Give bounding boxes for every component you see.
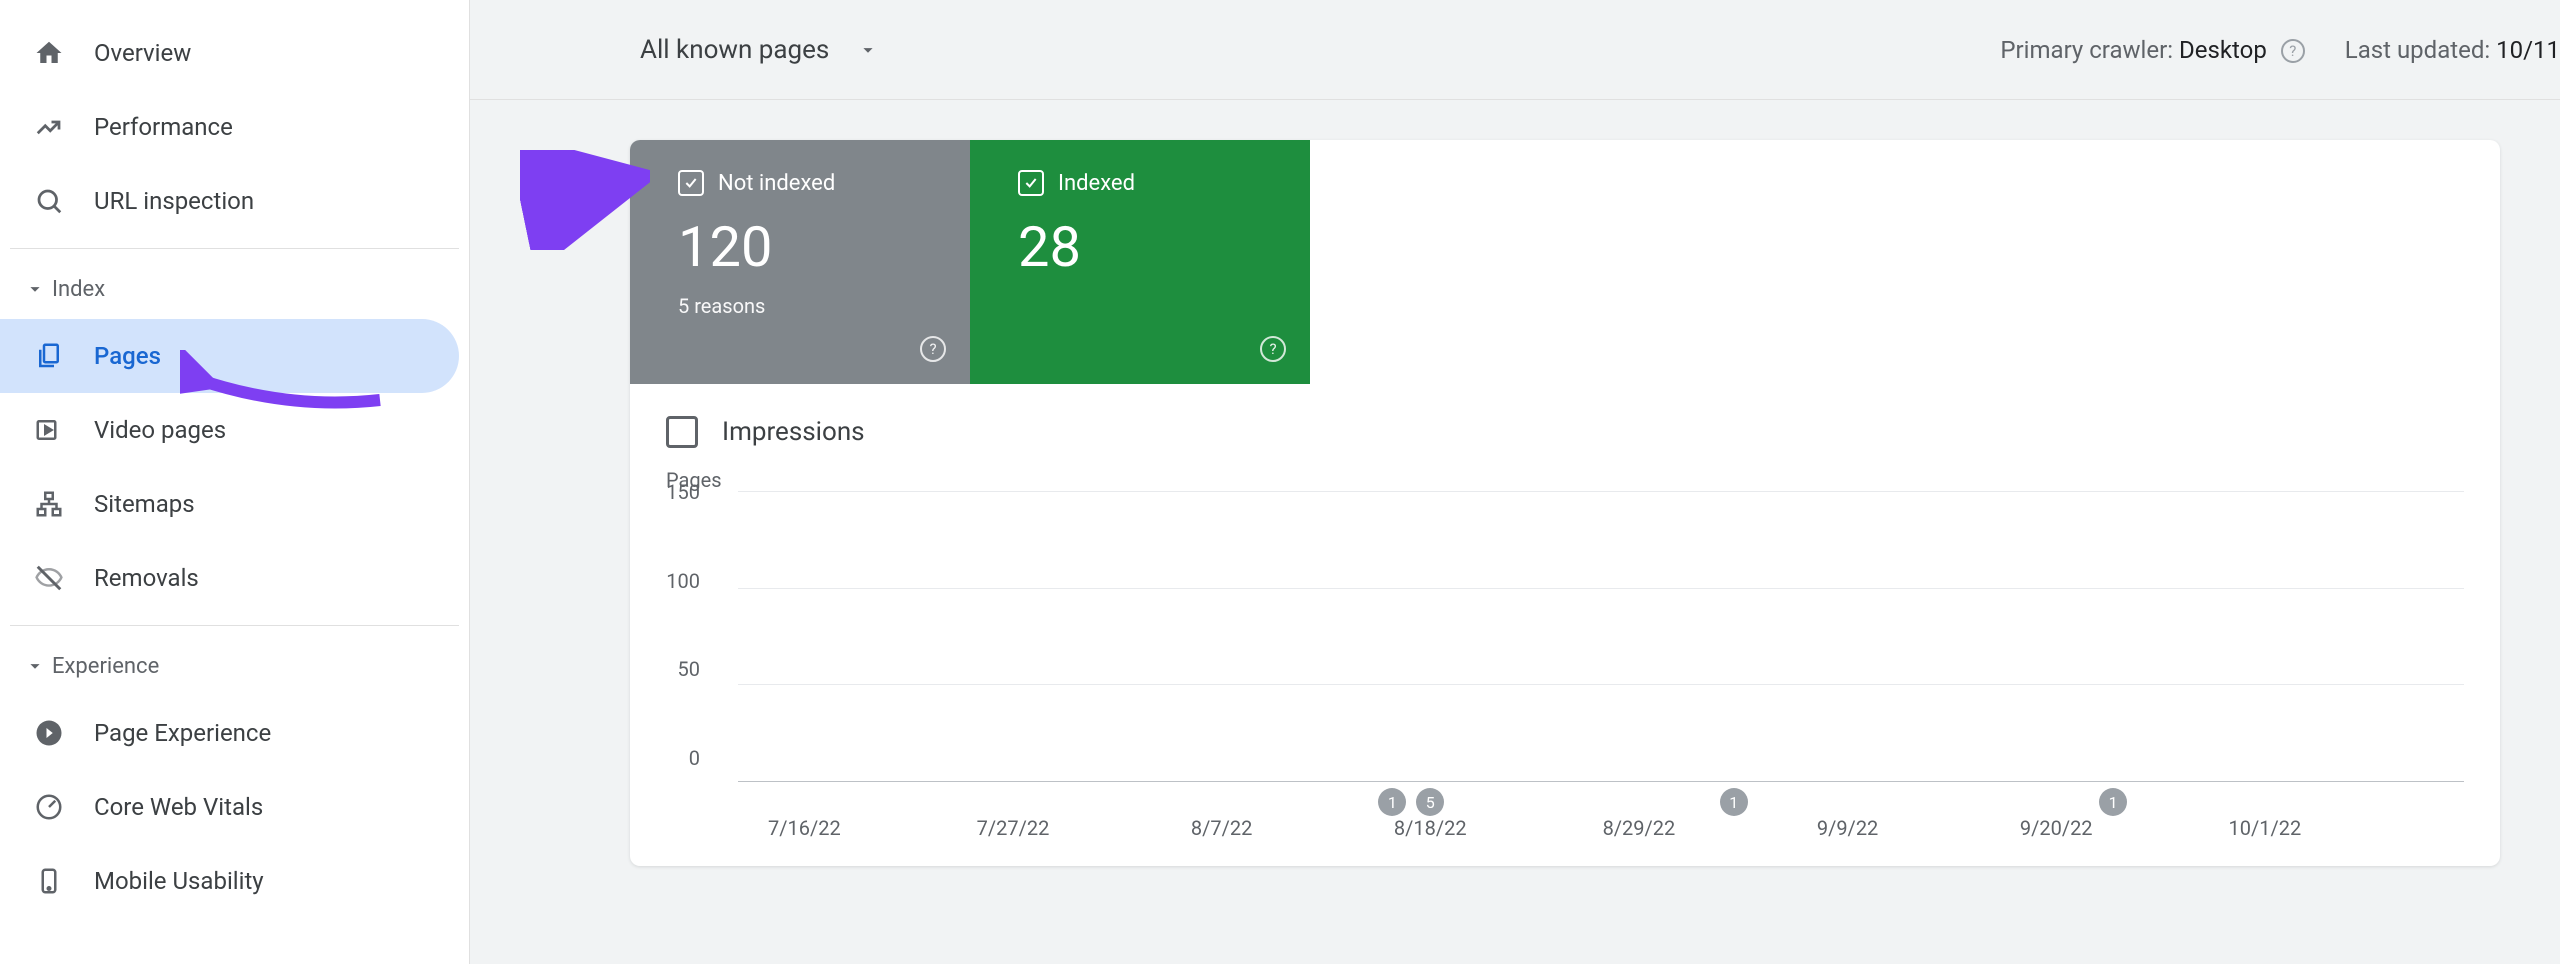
indexing-card: Not indexed 120 5 reasons ? Indexed <box>630 140 2500 866</box>
sidebar-item-removals[interactable]: Removals <box>0 541 469 615</box>
sidebar-item-label: Pages <box>94 342 161 370</box>
home-icon <box>34 38 94 68</box>
x-axis-labels: 7/16/227/27/228/7/228/18/228/29/229/9/22… <box>738 816 2464 846</box>
main-content: All known pages Primary crawler: Desktop… <box>470 0 2560 964</box>
chart-plot[interactable] <box>738 492 2464 782</box>
help-icon[interactable]: ? <box>920 336 946 362</box>
sidebar-item-core-web-vitals[interactable]: Core Web Vitals <box>0 770 469 844</box>
section-header-experience[interactable]: Experience <box>0 636 469 696</box>
sidebar-item-label: Overview <box>94 39 191 67</box>
help-icon[interactable]: ? <box>2281 39 2305 63</box>
circle-arrow-icon <box>34 718 94 748</box>
section-title: Experience <box>52 654 159 679</box>
sidebar-item-label: Page Experience <box>94 719 271 747</box>
tab-not-indexed[interactable]: Not indexed 120 5 reasons ? <box>630 140 970 384</box>
sidebar-item-pages[interactable]: Pages <box>0 319 459 393</box>
primary-crawler: Primary crawler: Desktop ? <box>2000 36 2304 64</box>
filter-label: All known pages <box>640 35 829 65</box>
sidebar-item-sitemaps[interactable]: Sitemaps <box>0 467 469 541</box>
chevron-down-icon <box>24 655 46 677</box>
pages-icon <box>34 341 94 371</box>
tab-indexed[interactable]: Indexed 28 ? <box>970 140 1310 384</box>
last-updated: Last updated: 10/11 <box>2345 36 2560 64</box>
checkbox-empty-icon <box>666 416 698 448</box>
impressions-label: Impressions <box>722 417 865 447</box>
sidebar: Overview Performance URL inspection Inde… <box>0 0 470 964</box>
sidebar-item-mobile-usability[interactable]: Mobile Usability <box>0 844 469 918</box>
y-axis-ticks: 150100500 <box>636 480 700 770</box>
tab-value: 28 <box>1018 214 1282 280</box>
video-icon <box>34 415 94 445</box>
sidebar-item-label: Core Web Vitals <box>94 793 263 821</box>
sidebar-item-label: Performance <box>94 113 233 141</box>
sidebar-item-label: Mobile Usability <box>94 867 264 895</box>
chart: Pages 150100500 1511 7/16/227/27/228/7/2… <box>630 458 2500 846</box>
tab-label: Not indexed <box>718 171 835 196</box>
section-header-index[interactable]: Index <box>0 259 469 319</box>
tab-value: 120 <box>678 214 942 280</box>
sidebar-item-label: URL inspection <box>94 187 254 215</box>
checkbox-icon <box>678 170 704 196</box>
chart-event-markers: 1511 <box>738 782 2464 816</box>
sidebar-item-page-experience[interactable]: Page Experience <box>0 696 469 770</box>
divider <box>10 625 459 626</box>
sidebar-item-label: Removals <box>94 564 199 592</box>
sidebar-item-overview[interactable]: Overview <box>0 16 469 90</box>
impressions-toggle[interactable]: Impressions <box>630 384 2500 458</box>
sidebar-item-label: Video pages <box>94 416 226 444</box>
removals-icon <box>34 563 94 593</box>
section-title: Index <box>52 277 105 302</box>
search-icon <box>34 186 94 216</box>
tab-subtext: 5 reasons <box>678 294 942 318</box>
trend-icon <box>34 112 94 142</box>
chevron-down-icon <box>857 39 879 61</box>
sidebar-item-label: Sitemaps <box>94 490 195 518</box>
divider <box>10 248 459 249</box>
filter-dropdown[interactable]: All known pages <box>640 35 879 65</box>
mobile-icon <box>34 866 94 896</box>
toolbar: All known pages Primary crawler: Desktop… <box>470 0 2560 100</box>
sidebar-item-video-pages[interactable]: Video pages <box>0 393 469 467</box>
sidebar-item-url-inspection[interactable]: URL inspection <box>0 164 469 238</box>
chevron-down-icon <box>24 278 46 300</box>
help-icon[interactable]: ? <box>1260 336 1286 362</box>
tab-label: Indexed <box>1058 171 1135 196</box>
sitemap-icon <box>34 489 94 519</box>
speed-icon <box>34 792 94 822</box>
sidebar-item-performance[interactable]: Performance <box>0 90 469 164</box>
y-axis-title: Pages <box>666 468 2464 492</box>
checkbox-icon <box>1018 170 1044 196</box>
